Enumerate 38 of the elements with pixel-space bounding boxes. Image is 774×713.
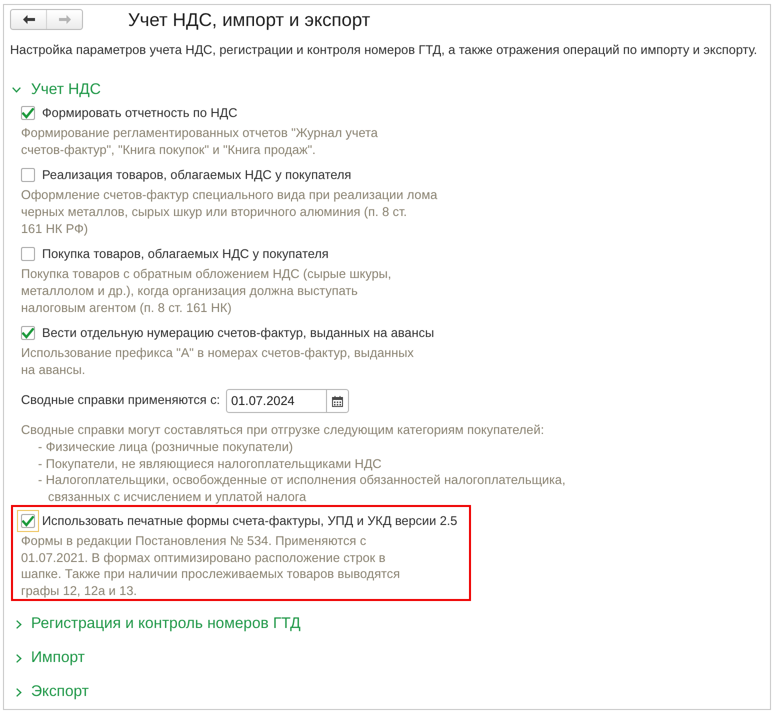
checkbox[interactable] [21, 247, 35, 261]
section-header[interactable]: Регистрация и контроль номеров ГТД [4, 613, 301, 635]
hint-text: Оформление счетов-фактур специального вида при реализации лома черных металлов, сырых шкур или вторичного алюминия (п. 8 ст. 161 НК РФ) [21, 187, 438, 238]
chevron-down-icon [12, 87, 21, 93]
page-description: Настройка параметров учета НДС, регистрации и контроля номеров ГТД, а также отражения операций по импорту и экспорту. [10, 42, 758, 59]
hint-list-item: - Физические лица (розничные покупатели) [38, 439, 294, 456]
hint-text: Формирование регламентированных отчетов "Журнал учета счетов-фактур", "Книга покупок" и "Книга продаж". [21, 125, 378, 159]
chevron-right-icon [16, 654, 22, 662]
arrow-right-icon [58, 15, 70, 24]
hint-text: Использование префикса "А" в номерах счетов-фактур, выданных на авансы. [21, 345, 414, 379]
checkbox-label[interactable]: Покупка товаров, облагаемых НДС у покупателя [42, 244, 329, 264]
calendar-icon [332, 396, 344, 406]
checkbox[interactable] [21, 106, 35, 120]
hint-text: Сводные справки могут составляться при отгрузке следующим категориям покупателей: [21, 422, 544, 439]
field-label: Сводные справки применяются с: [21, 392, 220, 410]
chevron-right-icon [16, 688, 22, 696]
checkmark-icon [22, 516, 34, 526]
checkbox[interactable] [21, 326, 35, 340]
section-header[interactable]: Экспорт [4, 681, 89, 703]
checkbox[interactable] [21, 168, 35, 182]
chevron-right-icon [16, 620, 22, 628]
checkbox-label[interactable]: Реализация товаров, облагаемых НДС у покупателя [42, 165, 352, 185]
checkbox-label[interactable]: Использовать печатные формы счета-фактуры, УПД и УКД версии 2.5 [42, 511, 458, 531]
checkbox-label[interactable]: Вести отдельную нумерацию счетов-фактур, выданных на авансы [42, 323, 434, 343]
hint-list-item: - Налогоплательщики, освобожденные от исполнения обязанностей налогоплательщика, связанных с исчислением и уплатой налога [38, 472, 566, 505]
checkbox[interactable] [21, 514, 35, 528]
page-title: Учет НДС, импорт и экспорт [128, 8, 370, 32]
section-header[interactable]: Импорт [4, 647, 85, 669]
hint-list-item: - Покупатели, не являющиеся налогоплательщиками НДС [38, 456, 382, 472]
hint-text: Покупка товаров с обратным обложением НДС (сырые шкуры, металлолом и др.), когда организация должна выступать налоговым агентом (п. 8 ст. 161 НК) [21, 266, 392, 317]
checkmark-icon [22, 108, 34, 118]
checkmark-icon [22, 328, 34, 338]
date-field[interactable]: 01.07.2024 [226, 389, 328, 413]
arrow-left-icon [22, 15, 34, 24]
checkbox-label[interactable]: Формировать отчетность по НДС [42, 103, 238, 123]
section-header[interactable]: Учет НДС [4, 79, 101, 101]
calendar-button[interactable] [326, 389, 350, 413]
hint-text: Формы в редакции Постановления № 534. Применяются с 01.07.2021. В формах оптимизировано расположение строк в шапке. Также при наличии прослеживаемых товаров выводятся графы 12, 12а и 13. [21, 533, 400, 599]
